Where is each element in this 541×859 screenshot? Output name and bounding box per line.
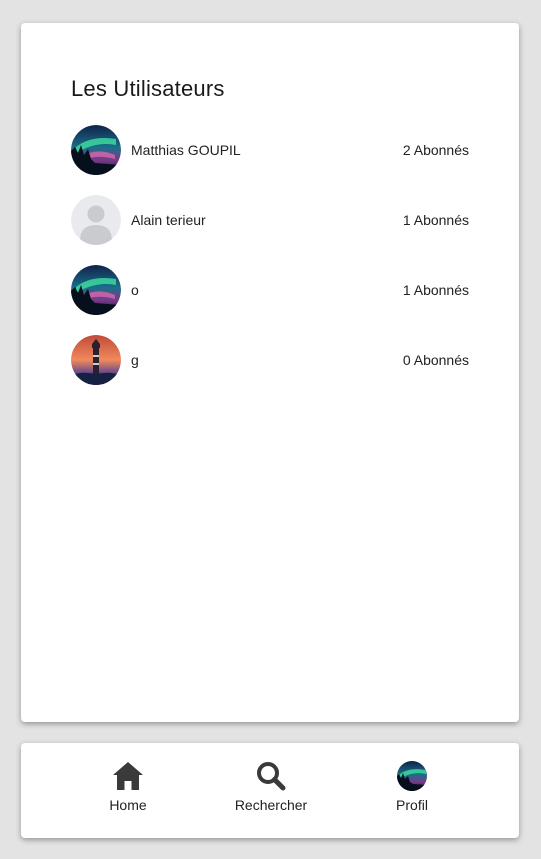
user-name[interactable]: Alain terieur — [131, 212, 403, 228]
user-row-matthias-goupil[interactable]: Matthias GOUPIL 2 Abonnés — [71, 125, 469, 175]
user-followers-count: 0 Abonnés — [402, 352, 469, 368]
user-name[interactable]: o — [131, 282, 403, 298]
user-name[interactable]: g — [131, 352, 403, 368]
profile-avatar — [397, 761, 427, 791]
search-icon — [257, 762, 286, 791]
page-title: Les Utilisateurs — [71, 76, 225, 101]
user-row-o[interactable]: o 1 Abonnés — [71, 265, 469, 315]
user-name[interactable]: Matthias GOUPIL — [131, 142, 403, 158]
user-avatar-default[interactable] — [71, 195, 121, 245]
user-followers-count: 1 Abonnés — [402, 212, 469, 228]
nav-profile-label[interactable]: Profil — [362, 797, 462, 813]
user-avatar-lighthouse[interactable] — [71, 335, 121, 385]
user-followers-count: 1 Abonnés — [402, 282, 469, 298]
user-followers-count: 2 Abonnés — [402, 142, 469, 158]
users-card: Les Utilisateurs Matthias GOUPIL 2 Abonn… — [21, 23, 519, 722]
user-avatar-aurora[interactable] — [71, 265, 121, 315]
user-row-g[interactable]: g 0 Abonnés — [71, 335, 469, 385]
user-row-alain-terieur[interactable]: Alain terieur 1 Abonnés — [71, 195, 469, 245]
nav-home-button[interactable]: Home — [78, 761, 178, 821]
nav-home-label[interactable]: Home — [78, 797, 178, 813]
nav-profile-button[interactable]: Profil — [362, 761, 462, 821]
home-icon — [113, 762, 143, 790]
user-avatar-aurora[interactable] — [71, 125, 121, 175]
user-list: Matthias GOUPIL 2 Abonnés Alain terieur … — [71, 125, 469, 405]
nav-search-button[interactable]: Rechercher — [221, 761, 321, 821]
nav-search-label[interactable]: Rechercher — [221, 797, 321, 813]
bottom-navigation: Home Rechercher Profil — [21, 743, 519, 838]
